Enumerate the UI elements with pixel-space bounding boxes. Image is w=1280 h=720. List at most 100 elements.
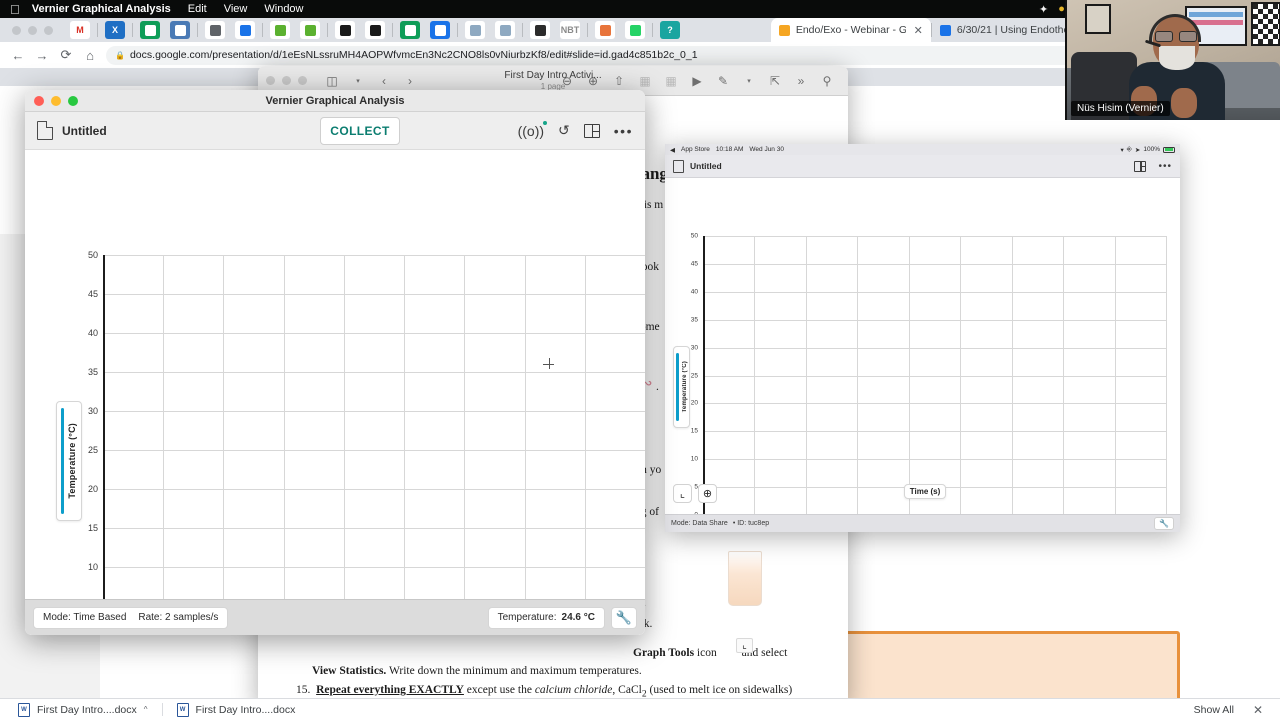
menu-item-window[interactable]: Window bbox=[264, 3, 303, 15]
reload-icon[interactable]: ⟳ bbox=[54, 43, 78, 67]
graph-tools-icon[interactable]: ⌞ bbox=[673, 484, 692, 503]
chrome-traffic-lights[interactable] bbox=[0, 25, 65, 35]
show-all-downloads-button[interactable]: Show All bbox=[1184, 701, 1244, 719]
sidebar-toggle-icon[interactable]: ◫ bbox=[319, 70, 345, 92]
help-extension-icon[interactable]: ? bbox=[660, 21, 680, 39]
y-axis-tick: 20 bbox=[690, 399, 698, 407]
apple-icon[interactable]:  bbox=[10, 3, 20, 16]
y-axis-tick: 30 bbox=[87, 406, 98, 416]
sensor-connect-icon[interactable]: ((o)) bbox=[518, 120, 548, 139]
undo-icon[interactable]: ↺ bbox=[558, 122, 570, 139]
flipgrid2-extension-icon[interactable] bbox=[300, 21, 320, 39]
ipad-mirror-window[interactable]: ◀ App Store 10:18 AM Wed Jun 30 ▾ ⎆ ➤ 10… bbox=[665, 144, 1180, 532]
wrench-icon[interactable]: 🔧 bbox=[1154, 517, 1174, 530]
ga-file-name[interactable]: Untitled bbox=[62, 124, 107, 138]
home-icon[interactable]: ⌂ bbox=[78, 43, 102, 67]
excel-extension-icon[interactable]: X bbox=[105, 21, 125, 39]
rotate-icon[interactable]: ⇱ bbox=[762, 70, 788, 92]
y-axis-tick: 35 bbox=[690, 316, 698, 324]
slideshow-icon[interactable]: ▶ bbox=[684, 70, 710, 92]
toolbar-divider bbox=[392, 23, 393, 37]
ga-mode-label: Mode: Time Based bbox=[43, 612, 127, 623]
menu-app-name[interactable]: Vernier Graphical Analysis bbox=[32, 3, 171, 15]
close-tab-icon[interactable]: ✕ bbox=[914, 24, 923, 37]
toolbar-divider bbox=[587, 23, 588, 37]
gridline-vertical bbox=[1011, 236, 1013, 515]
y-axis-label[interactable]: Temperature (°C) bbox=[56, 401, 82, 521]
gridline-vertical bbox=[1063, 236, 1065, 515]
plot-area[interactable]: 0510152025303540455002040608010012014016… bbox=[88, 250, 645, 635]
plot-area[interactable]: 0510152025303540455002040608010012014016… bbox=[691, 233, 1172, 527]
markup-icon[interactable]: ✎ bbox=[710, 70, 736, 92]
battery-icon bbox=[1163, 146, 1175, 153]
ipad-bottom-status-bar: Mode: Data Share • ID: tuc8ep 🔧 bbox=[665, 514, 1180, 532]
webcam-video-tile[interactable]: Nüs Hisim (Vernier) bbox=[1065, 0, 1280, 120]
zoom-tool-icon[interactable]: ⊕ bbox=[698, 484, 717, 503]
menu-item-edit[interactable]: Edit bbox=[188, 3, 207, 15]
ipad-x-axis-label[interactable]: Time (s) bbox=[904, 484, 946, 499]
nbt-extension-icon[interactable]: NBT bbox=[560, 21, 580, 39]
gridline-horizontal bbox=[103, 489, 645, 490]
doc-line-graph-tools: Graph Tools icon and select bbox=[633, 647, 788, 659]
flipgrid-extension-icon[interactable] bbox=[270, 21, 290, 39]
search-icon[interactable]: ⚲ bbox=[814, 70, 840, 92]
y-axis-label[interactable]: Temperature (°C) bbox=[673, 346, 690, 428]
more-icon[interactable]: » bbox=[788, 70, 814, 92]
ga-graph-area[interactable]: 0510152025303540455002040608010012014016… bbox=[25, 151, 645, 635]
back-arrow-icon[interactable]: ← bbox=[6, 43, 30, 67]
wrench-icon[interactable]: 🔧 bbox=[611, 606, 637, 629]
zoom-in-icon[interactable]: ⊕ bbox=[580, 70, 606, 92]
ga-toolbar: Untitled COLLECT ((o)) ↺ ••• bbox=[25, 112, 645, 150]
toolbar-divider bbox=[197, 23, 198, 37]
clock-icon[interactable]: ● bbox=[1058, 3, 1065, 15]
ipad-back-label[interactable]: App Store bbox=[681, 146, 710, 153]
back-chevron-icon[interactable]: ‹ bbox=[371, 70, 397, 92]
ipad-back-icon[interactable]: ◀ bbox=[670, 146, 675, 154]
graphical-analysis-window[interactable]: Vernier Graphical Analysis Untitled COLL… bbox=[25, 90, 645, 635]
download-item-2[interactable]: W First Day Intro....docx bbox=[167, 699, 306, 720]
close-shelf-icon[interactable]: ✕ bbox=[1244, 703, 1272, 717]
screencastify-extension-icon[interactable] bbox=[170, 21, 190, 39]
browser-tab[interactable]: Endo/Exo - Webinar - Google S ✕ bbox=[770, 18, 931, 42]
sheets2-extension-icon[interactable] bbox=[400, 21, 420, 39]
download-item-1[interactable]: W First Day Intro....docx ^ bbox=[8, 699, 158, 720]
dropbox-icon[interactable]: ✦ bbox=[1039, 3, 1048, 16]
markup-chevron-icon[interactable]: ▾ bbox=[736, 70, 762, 92]
squid-extension-icon[interactable] bbox=[335, 21, 355, 39]
graph-extension-icon[interactable] bbox=[465, 21, 485, 39]
collect-button[interactable]: COLLECT bbox=[320, 117, 400, 145]
forward-arrow-icon[interactable]: → bbox=[30, 43, 54, 67]
more-options-icon[interactable]: ••• bbox=[1158, 161, 1172, 172]
layout-split-icon[interactable] bbox=[583, 123, 600, 138]
gmail-extension-icon[interactable]: M bbox=[70, 21, 90, 39]
chat-extension-icon[interactable] bbox=[205, 21, 225, 39]
whatsapp-extension-icon[interactable] bbox=[625, 21, 645, 39]
y-axis-tick: 25 bbox=[87, 445, 98, 455]
share-icon[interactable]: ⇧ bbox=[606, 70, 632, 92]
docs-extension-icon[interactable] bbox=[430, 21, 450, 39]
google-drive-extension-icon[interactable] bbox=[235, 21, 255, 39]
globe-extension-icon[interactable] bbox=[530, 21, 550, 39]
gridline-horizontal bbox=[103, 294, 645, 295]
download-chevron-icon[interactable]: ^ bbox=[144, 705, 148, 714]
sheets-extension-icon[interactable] bbox=[140, 21, 160, 39]
honey-extension-icon[interactable] bbox=[595, 21, 615, 39]
y-axis-tick: 35 bbox=[87, 367, 98, 377]
graph2-extension-icon[interactable] bbox=[495, 21, 515, 39]
gridline-vertical bbox=[343, 255, 345, 635]
ipad-file-name[interactable]: Untitled bbox=[690, 161, 722, 171]
squid2-extension-icon[interactable] bbox=[365, 21, 385, 39]
zoom-out-icon[interactable]: ⊖ bbox=[554, 70, 580, 92]
layout-split-icon[interactable] bbox=[1134, 160, 1147, 172]
menu-item-view[interactable]: View bbox=[224, 3, 248, 15]
ipad-graph-area[interactable]: 0510152025303540455002040608010012014016… bbox=[665, 178, 1180, 526]
forward-chevron-icon[interactable]: › bbox=[397, 70, 423, 92]
sidebar-chevron-icon[interactable]: ▾ bbox=[345, 70, 371, 92]
more-options-icon[interactable]: ••• bbox=[614, 123, 633, 139]
lock-icon: 🔒 bbox=[115, 50, 125, 60]
page-icon[interactable]: ▦ bbox=[658, 70, 684, 92]
highlight-icon[interactable]: ▦ bbox=[632, 70, 658, 92]
gridline-horizontal bbox=[703, 319, 1166, 321]
y-axis-tick: 50 bbox=[690, 232, 698, 240]
preview-traffic-lights[interactable] bbox=[266, 76, 307, 85]
